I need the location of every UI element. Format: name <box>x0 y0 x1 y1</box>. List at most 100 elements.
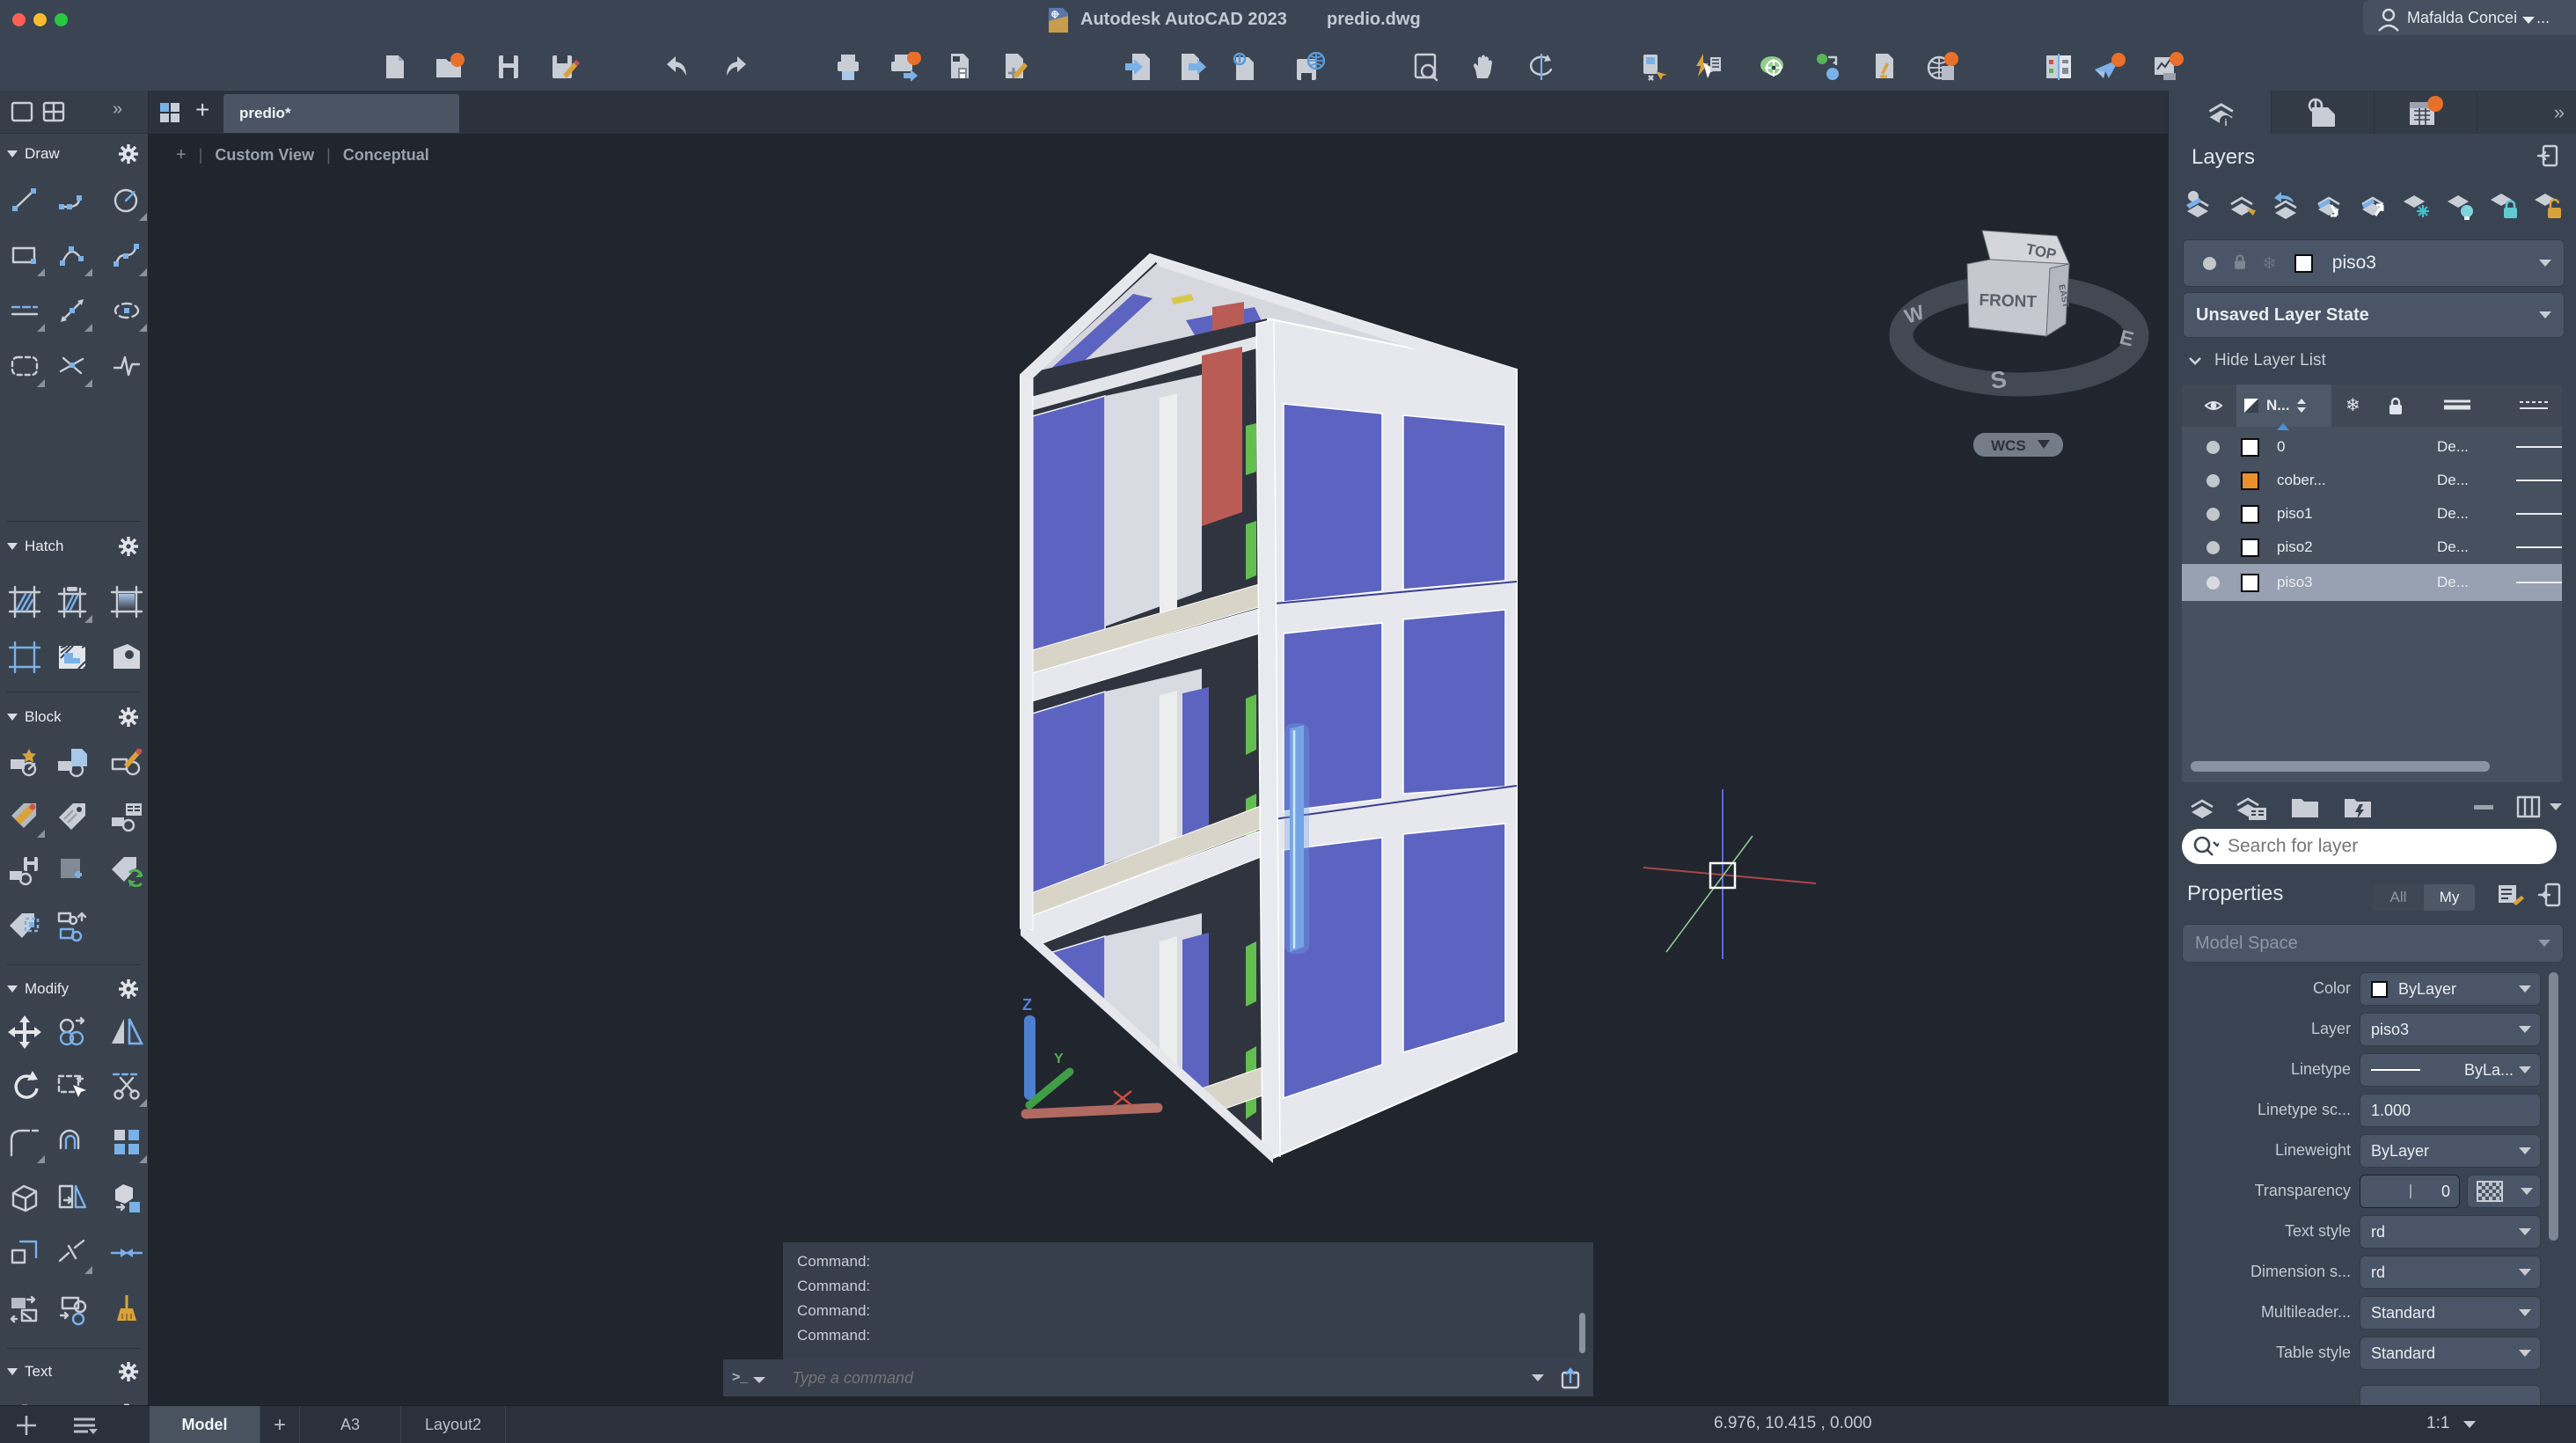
panel-overflow-chevrons[interactable]: » <box>2554 101 2565 124</box>
undo-button[interactable] <box>658 49 693 84</box>
tool-3d-move[interactable] <box>104 1174 150 1221</box>
space-select[interactable]: Model Space <box>2182 924 2564 963</box>
tabbar-overflow-chevrons[interactable]: » <box>113 99 122 120</box>
redo-button[interactable] <box>720 49 755 84</box>
tool-fillet[interactable] <box>2 1118 48 1166</box>
filter-all-button[interactable]: All <box>2373 884 2424 911</box>
tool-palettes-button[interactable] <box>1636 49 1672 84</box>
section-draw[interactable]: Draw <box>0 143 148 165</box>
gear-icon[interactable] <box>116 534 141 559</box>
layer-on-dot[interactable] <box>2206 508 2220 521</box>
online-map-button[interactable] <box>1925 49 1960 84</box>
remove-filter-icon[interactable] <box>2474 805 2493 809</box>
tool-construction-line[interactable] <box>2 287 48 334</box>
command-share-icon[interactable] <box>1560 1366 1583 1390</box>
layer-swatch[interactable] <box>2241 574 2259 592</box>
tool-hatch[interactable] <box>2 578 48 626</box>
section-text[interactable]: Text <box>0 1360 148 1383</box>
layer-select[interactable]: piso3 <box>2360 1013 2541 1046</box>
tool-draw-order[interactable] <box>2 1286 48 1333</box>
layer-on-dot[interactable] <box>2206 576 2220 590</box>
layer-lineweight[interactable]: De... <box>2437 472 2516 489</box>
gear-icon[interactable] <box>116 142 141 166</box>
start-tab-grid-icon[interactable] <box>158 101 183 124</box>
layer-row-0[interactable]: 0De... <box>2182 430 2562 464</box>
tool-copy[interactable] <box>49 1008 95 1056</box>
command-history[interactable]: Command: Command: Command: Command: <box>783 1242 1593 1365</box>
multileader-style-select[interactable]: Standard <box>2360 1296 2541 1329</box>
tool-trim[interactable] <box>104 1062 150 1110</box>
layer-on-dot[interactable] <box>2206 474 2220 487</box>
tool-attribute-manager[interactable] <box>104 793 150 840</box>
move-to-current-layer-icon[interactable] <box>2312 189 2345 221</box>
viewport-style-control[interactable]: Conceptual <box>343 146 429 165</box>
tab-layers[interactable]: i <box>2169 91 2272 134</box>
tool-gradient[interactable] <box>104 578 150 626</box>
lineweight-select[interactable]: ByLayer <box>2360 1134 2541 1168</box>
layer-linetype-sample[interactable] <box>2516 513 2562 515</box>
filter-my-button[interactable]: My <box>2424 884 2475 911</box>
layer-lineweight[interactable]: De... <box>2437 538 2516 556</box>
tool-join[interactable] <box>104 1229 150 1277</box>
tool-helix[interactable] <box>104 342 150 390</box>
table-style-select[interactable]: Standard <box>2360 1337 2541 1370</box>
file-tab-active[interactable]: predio* <box>223 94 459 133</box>
import-button[interactable] <box>1121 49 1156 84</box>
linetype-scale-field[interactable]: 1.000 <box>2360 1094 2541 1127</box>
point-style-button[interactable] <box>1811 49 1846 84</box>
attach-button[interactable] <box>1226 49 1262 84</box>
save-button[interactable] <box>491 49 526 84</box>
share-button[interactable] <box>2092 49 2127 84</box>
current-layer-select[interactable]: ❄ piso3 <box>2183 239 2565 287</box>
quick-select-button[interactable] <box>1689 49 1724 84</box>
tool-arc[interactable] <box>49 231 95 279</box>
gear-icon[interactable] <box>116 1359 141 1384</box>
lineweight-column-icon[interactable] <box>2442 399 2472 413</box>
tool-measure[interactable] <box>49 287 95 334</box>
tool-region-hatch[interactable] <box>49 634 95 681</box>
layer-lineweight[interactable]: De... <box>2437 438 2516 456</box>
layer-manager-icon[interactable] <box>2233 792 2268 822</box>
performance-analytics-button[interactable] <box>2150 49 2185 84</box>
layer-walk-icon[interactable] <box>2225 189 2258 221</box>
panel-list-icon[interactable] <box>70 1413 99 1438</box>
layer-state-select[interactable]: Unsaved Layer State <box>2183 292 2565 338</box>
layer-linetype-sample[interactable] <box>2516 480 2562 481</box>
freeze-column-icon[interactable]: ❄ <box>2345 394 2360 416</box>
tool-attribute-display[interactable] <box>2 903 48 950</box>
layer-swatch[interactable] <box>2241 538 2259 557</box>
close-button[interactable] <box>12 13 26 26</box>
transparency-mode-button[interactable] <box>2467 1175 2541 1208</box>
tool-block-editor[interactable] <box>104 738 150 786</box>
clean-standards-button[interactable] <box>1867 49 1902 84</box>
zoom-window-button[interactable] <box>1409 49 1445 84</box>
section-modify[interactable]: Modify <box>0 978 148 1000</box>
isolate-layer-icon[interactable] <box>2181 189 2214 221</box>
command-input[interactable] <box>790 1368 1532 1388</box>
tool-3d-box[interactable] <box>2 1174 48 1221</box>
tool-polyline[interactable] <box>49 176 95 223</box>
layer-filter-folder-icon[interactable] <box>2342 794 2374 820</box>
gear-icon[interactable] <box>116 705 141 729</box>
tab-layout2[interactable]: Layout2 <box>401 1406 506 1443</box>
plot-edit-button[interactable] <box>999 49 1035 84</box>
layer-search-input[interactable] <box>2219 835 2557 858</box>
tool-ellipse[interactable] <box>104 287 150 334</box>
tool-purge[interactable] <box>104 1286 150 1333</box>
tool-spline[interactable] <box>104 231 150 279</box>
columns-icon[interactable] <box>2516 795 2543 819</box>
linetype-select[interactable]: ByLa... <box>2360 1053 2541 1087</box>
tool-change-space[interactable] <box>49 1286 95 1333</box>
tool-circle[interactable] <box>104 176 150 223</box>
plot-preview-button[interactable] <box>943 49 978 84</box>
layer-lineweight[interactable]: De... <box>2437 505 2516 523</box>
new-file-button[interactable] <box>377 49 412 84</box>
tool-divide[interactable] <box>49 342 95 390</box>
layer-row-piso2[interactable]: piso2De... <box>2182 531 2562 564</box>
freeze-layer-icon[interactable] <box>2400 189 2433 221</box>
tool-write-block[interactable] <box>2 846 48 894</box>
layer-lineweight[interactable]: De... <box>2437 574 2516 591</box>
tool-array[interactable] <box>104 1118 150 1166</box>
quick-properties-icon[interactable] <box>2497 882 2525 908</box>
tool-edit-attribute[interactable] <box>2 793 48 840</box>
